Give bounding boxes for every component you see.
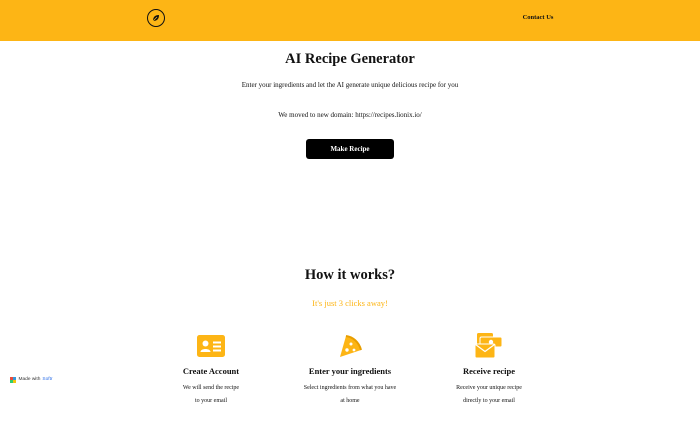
hero-subtitle: Enter your ingredients and let the AI ge… <box>241 81 459 89</box>
id-card-icon <box>197 335 225 357</box>
how-it-works-subtitle: It's just 3 clicks away! <box>312 298 388 308</box>
step-description: We will send the recipe to your email <box>182 385 240 404</box>
step-receive-recipe: Receive recipe Receive your unique recip… <box>419 333 559 408</box>
page-title: AI Recipe Generator <box>285 51 415 67</box>
step-title: Create Account <box>182 366 240 376</box>
step-description: Select ingredients from what you have at… <box>303 385 397 404</box>
softr-logo-icon <box>10 377 16 383</box>
badge-brand: Softr <box>42 377 53 383</box>
step-title: Receive recipe <box>463 366 515 376</box>
make-recipe-button[interactable]: Make Recipe <box>306 139 394 159</box>
pizza-slice-icon <box>340 335 362 357</box>
envelope-money-icon <box>475 333 503 359</box>
step-enter-ingredients: Enter your ingredients Select ingredient… <box>280 333 420 408</box>
step-description: Receive your unique recipe directly to y… <box>456 385 522 404</box>
top-header: Contact Us <box>0 0 700 41</box>
how-it-works-title: How it works? <box>304 267 396 283</box>
contact-us-link[interactable]: Contact Us <box>510 14 566 21</box>
leaf-circle-icon[interactable] <box>147 9 165 27</box>
badge-prefix: Made with <box>18 377 41 383</box>
step-create-account: Create Account We will send the recipe t… <box>141 333 281 408</box>
step-title: Enter your ingredients <box>308 366 392 376</box>
made-with-softr-badge[interactable]: Made with Softr <box>10 377 53 383</box>
domain-notice: We moved to new domain: https://recipes.… <box>278 111 422 119</box>
